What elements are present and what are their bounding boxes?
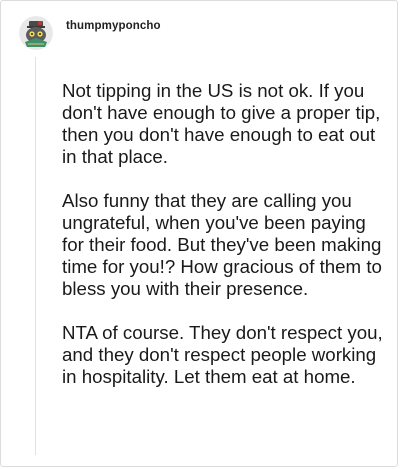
user-avatar[interactable] <box>19 16 53 50</box>
comment-header: thumpmyponcho <box>19 15 161 51</box>
thread-line <box>35 57 36 455</box>
comment-paragraph: Not tipping in the US is not ok. If you … <box>62 80 381 167</box>
comment-paragraph: Also funny that they are calling you ung… <box>62 190 382 299</box>
comment-body: Not tipping in the US is not ok. If you … <box>62 80 384 410</box>
comment-card: thumpmyponcho Not tipping in the US is n… <box>0 0 398 467</box>
cartoon-character-avatar-icon <box>19 16 53 50</box>
comment-paragraph: NTA of course. They don't respect you, a… <box>62 322 383 387</box>
username[interactable]: thumpmyponcho <box>66 20 161 32</box>
